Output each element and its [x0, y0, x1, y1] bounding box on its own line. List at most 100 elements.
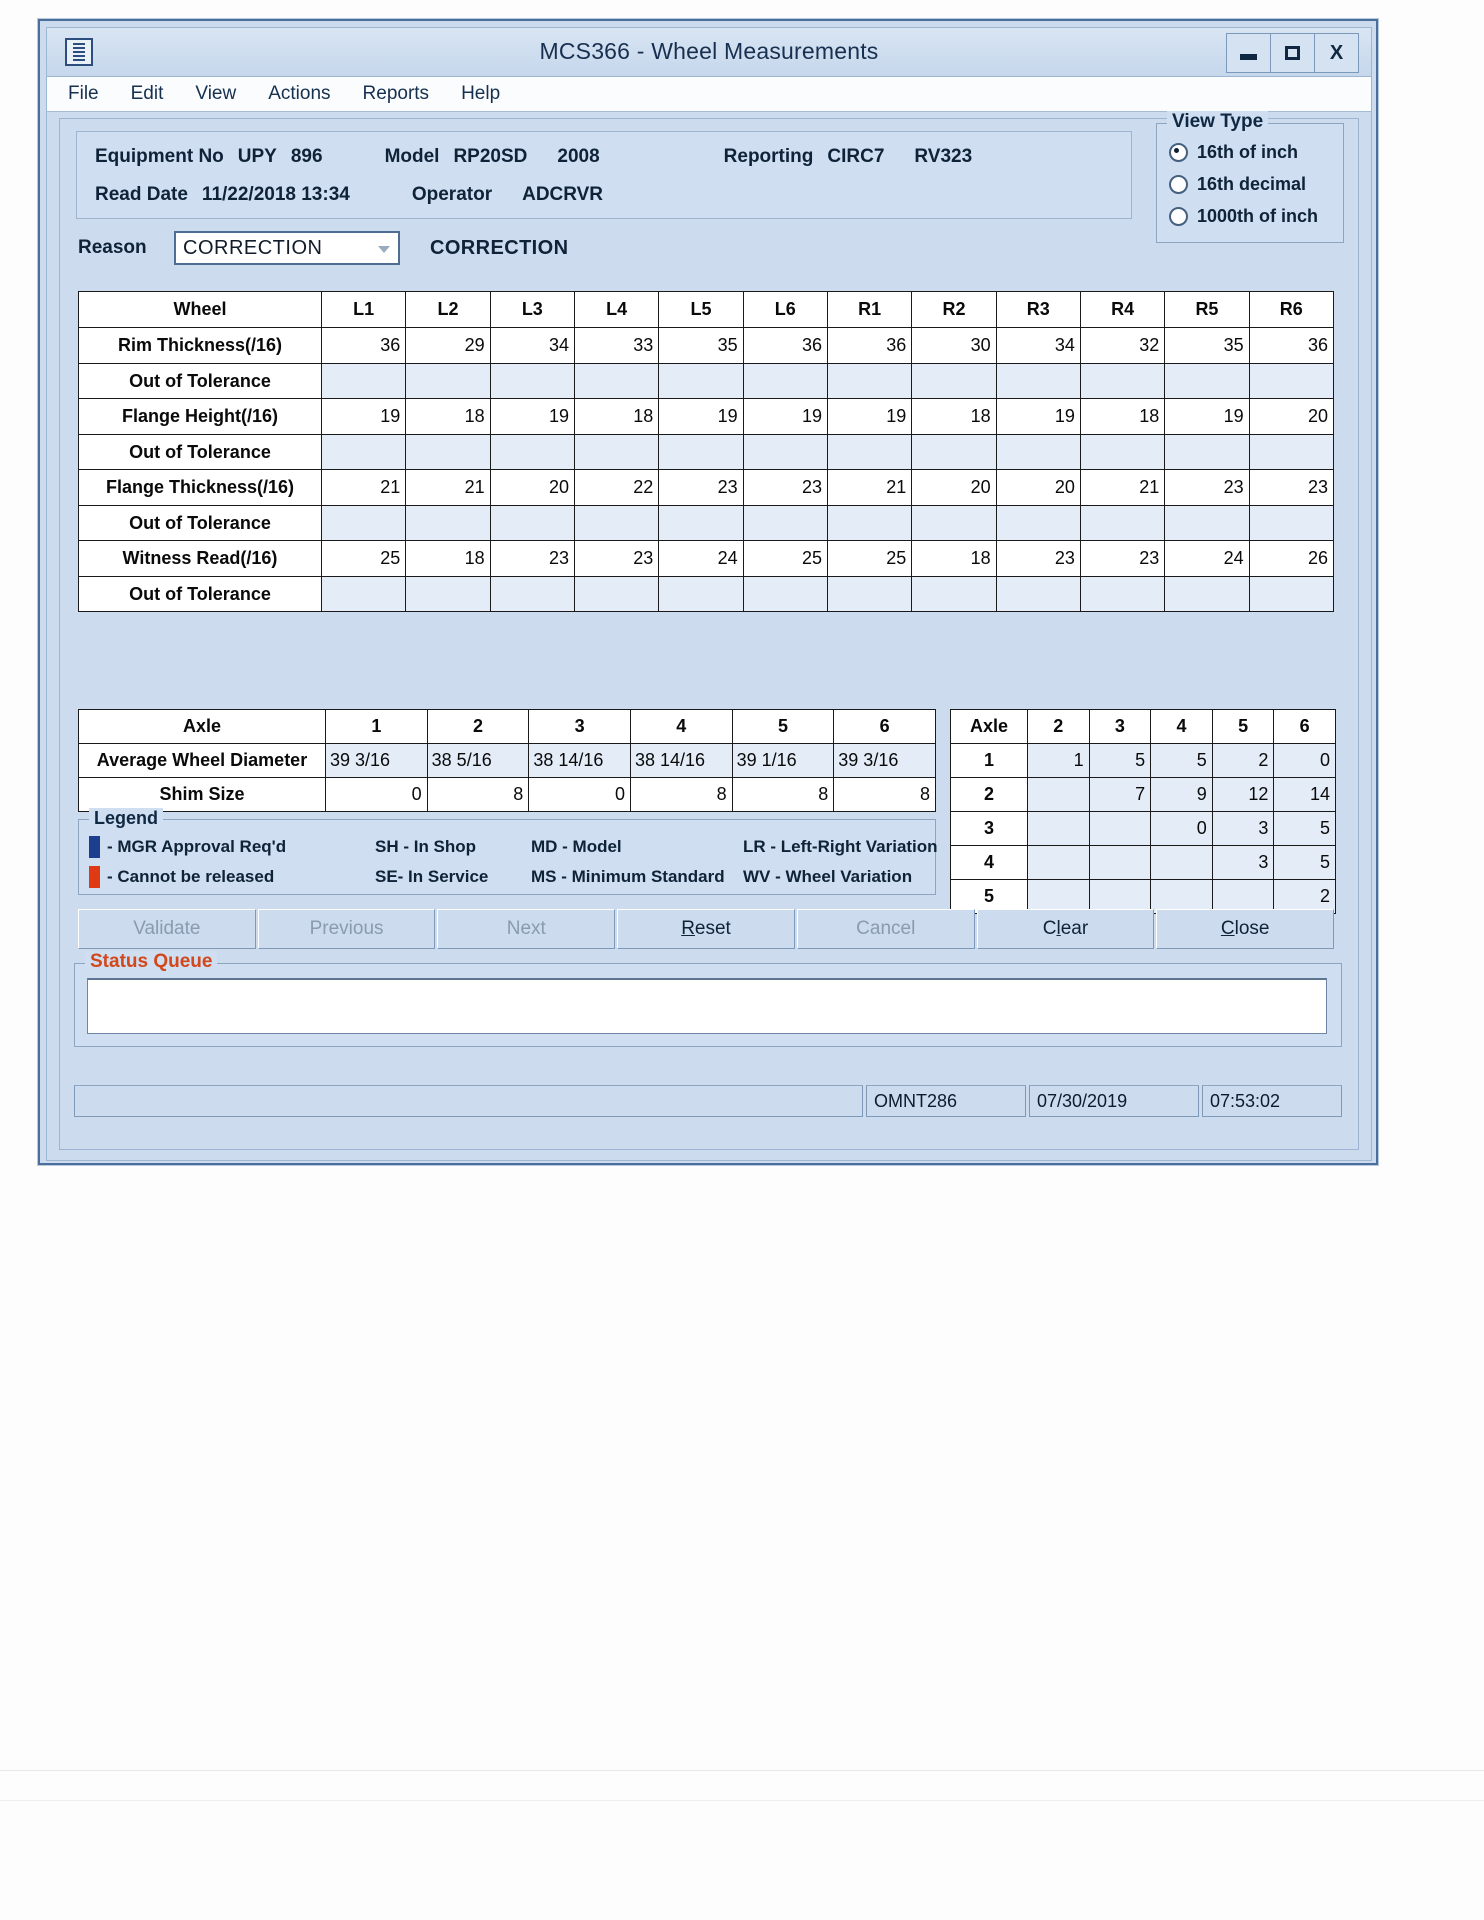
cell-fh-L4[interactable]: 18 — [573, 398, 660, 435]
cell-var-1-6[interactable]: 0 — [1273, 743, 1336, 778]
application-window: MCS366 - Wheel Measurements X File Edit … — [38, 19, 1378, 1165]
cell-rim-R6[interactable]: 36 — [1248, 327, 1335, 364]
menu-file[interactable]: File — [65, 81, 102, 107]
cell-shim-5[interactable]: 8 — [731, 777, 835, 812]
menu-reports[interactable]: Reports — [360, 81, 433, 107]
cell-fh-L6[interactable]: 19 — [742, 398, 828, 435]
maximize-button[interactable] — [1270, 33, 1315, 73]
cell-rim-L3[interactable]: 34 — [489, 327, 575, 364]
cell-awd-5[interactable]: 39 1/16 — [731, 743, 835, 778]
cell-shim-6[interactable]: 8 — [833, 777, 936, 812]
cell-var-1-4[interactable]: 5 — [1150, 743, 1213, 778]
cell-wr-L2[interactable]: 18 — [405, 540, 491, 577]
cell-rim-L4[interactable]: 33 — [573, 327, 660, 364]
cell-var-2-4[interactable]: 9 — [1150, 777, 1213, 812]
view-type-option-16th-of-inch[interactable]: 16th of inch — [1169, 142, 1298, 163]
view-type-option-1000th-of-inch[interactable]: 1000th of inch — [1169, 206, 1318, 227]
cell-wr-L6[interactable]: 25 — [742, 540, 828, 577]
cell-var-2-6[interactable]: 14 — [1273, 777, 1336, 812]
cell-fh-R1[interactable]: 19 — [826, 398, 913, 435]
cell-ft-R4[interactable]: 21 — [1079, 469, 1166, 506]
cell-wr-L4[interactable]: 23 — [573, 540, 660, 577]
table-row: 4 3 5 — [950, 845, 1336, 880]
cell-rim-R3[interactable]: 34 — [995, 327, 1081, 364]
cell-ft-L5[interactable]: 23 — [658, 469, 744, 506]
cell-wr-L3[interactable]: 23 — [489, 540, 575, 577]
cell-wr-R1[interactable]: 25 — [826, 540, 913, 577]
cell-wr-R3[interactable]: 23 — [995, 540, 1081, 577]
cell-rim-R2[interactable]: 30 — [911, 327, 997, 364]
cell-var-2-5[interactable]: 12 — [1211, 777, 1275, 812]
cell-ft-R1[interactable]: 21 — [826, 469, 913, 506]
cell-awd-6[interactable]: 39 3/16 — [833, 743, 936, 778]
minimize-button[interactable] — [1226, 33, 1271, 73]
status-queue-field[interactable] — [87, 978, 1327, 1034]
cell-awd-1[interactable]: 39 3/16 — [325, 743, 428, 778]
cell-var-3-6[interactable]: 5 — [1273, 811, 1336, 846]
cell-shim-2[interactable]: 8 — [426, 777, 530, 812]
cell-rim-L6[interactable]: 36 — [742, 327, 828, 364]
cell-tol-fh-R4 — [1079, 434, 1166, 470]
menu-view[interactable]: View — [192, 81, 239, 107]
cell-var-2-3[interactable]: 7 — [1088, 777, 1152, 812]
cell-wr-L1[interactable]: 25 — [320, 540, 407, 577]
cell-wr-R5[interactable]: 24 — [1164, 540, 1250, 577]
cell-var-1-3[interactable]: 5 — [1088, 743, 1152, 778]
cell-ft-L3[interactable]: 20 — [489, 469, 575, 506]
cell-awd-3[interactable]: 38 14/16 — [528, 743, 631, 778]
cell-wr-L5[interactable]: 24 — [658, 540, 744, 577]
cell-rim-L1[interactable]: 36 — [320, 327, 407, 364]
cell-rim-L5[interactable]: 35 — [658, 327, 744, 364]
cancel-button[interactable]: Cancel — [796, 909, 975, 949]
cell-ft-L4[interactable]: 22 — [573, 469, 660, 506]
cell-rim-R4[interactable]: 32 — [1079, 327, 1166, 364]
menu-help[interactable]: Help — [458, 81, 503, 107]
close-button[interactable]: X — [1314, 33, 1359, 73]
next-button[interactable]: Next — [437, 909, 616, 949]
cell-fh-R6[interactable]: 20 — [1248, 398, 1335, 435]
cell-fh-R2[interactable]: 18 — [911, 398, 997, 435]
cell-fh-R4[interactable]: 18 — [1079, 398, 1166, 435]
validate-button[interactable]: Validate — [78, 909, 256, 949]
cell-var-4-6[interactable]: 5 — [1273, 845, 1336, 880]
clear-button[interactable]: Clear — [976, 909, 1155, 949]
cell-ft-R3[interactable]: 20 — [995, 469, 1081, 506]
cell-wr-R4[interactable]: 23 — [1079, 540, 1166, 577]
cell-ft-R5[interactable]: 23 — [1164, 469, 1250, 506]
cell-rim-R1[interactable]: 36 — [826, 327, 913, 364]
cell-fh-R5[interactable]: 19 — [1164, 398, 1250, 435]
previous-button[interactable]: Previous — [257, 909, 436, 949]
close-action-button[interactable]: Close — [1156, 909, 1335, 949]
cell-ft-L1[interactable]: 21 — [320, 469, 407, 506]
cell-fh-R3[interactable]: 19 — [995, 398, 1081, 435]
variation-col-2: 2 — [1027, 709, 1090, 744]
cell-shim-3[interactable]: 0 — [528, 777, 631, 812]
cell-awd-2[interactable]: 38 5/16 — [426, 743, 530, 778]
cell-awd-4[interactable]: 38 14/16 — [629, 743, 733, 778]
view-type-option-16th-decimal[interactable]: 16th decimal — [1169, 174, 1306, 195]
cell-ft-R6[interactable]: 23 — [1248, 469, 1335, 506]
cell-var-1-5[interactable]: 2 — [1211, 743, 1275, 778]
cell-rim-R5[interactable]: 35 — [1164, 327, 1250, 364]
cell-ft-L2[interactable]: 21 — [405, 469, 491, 506]
cell-var-4-5[interactable]: 3 — [1211, 845, 1275, 880]
cell-wr-R6[interactable]: 26 — [1248, 540, 1335, 577]
cell-var-3-5[interactable]: 3 — [1211, 811, 1275, 846]
cell-fh-L3[interactable]: 19 — [489, 398, 575, 435]
cell-fh-L5[interactable]: 19 — [658, 398, 744, 435]
cell-shim-4[interactable]: 8 — [629, 777, 733, 812]
reset-button[interactable]: Reset — [617, 909, 795, 949]
cell-var-3-3 — [1088, 811, 1152, 846]
cell-wr-R2[interactable]: 18 — [911, 540, 997, 577]
reason-dropdown[interactable]: CORRECTION — [174, 231, 400, 265]
menu-edit[interactable]: Edit — [128, 81, 167, 107]
cell-fh-L2[interactable]: 18 — [405, 398, 491, 435]
cell-fh-L1[interactable]: 19 — [320, 398, 407, 435]
cell-ft-R2[interactable]: 20 — [911, 469, 997, 506]
cell-var-1-2[interactable]: 1 — [1027, 743, 1090, 778]
cell-rim-L2[interactable]: 29 — [405, 327, 491, 364]
cell-var-3-4[interactable]: 0 — [1150, 811, 1213, 846]
menu-actions[interactable]: Actions — [265, 81, 333, 107]
cell-shim-1[interactable]: 0 — [325, 777, 428, 812]
cell-ft-L6[interactable]: 23 — [742, 469, 828, 506]
